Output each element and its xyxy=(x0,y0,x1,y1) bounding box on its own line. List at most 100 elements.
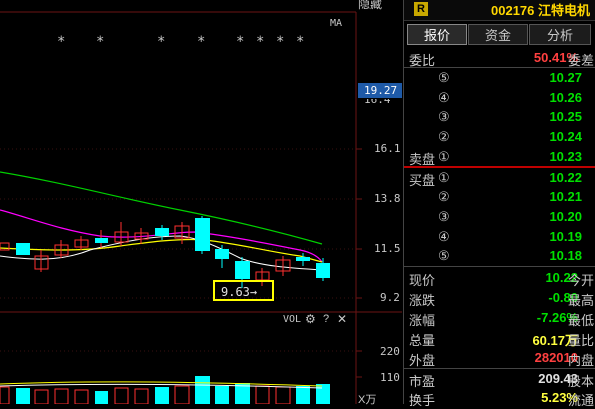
help-icon[interactable]: ? xyxy=(323,313,329,325)
quote-right-label: 最低 xyxy=(567,313,594,328)
tab-funds[interactable]: 资金 xyxy=(468,24,528,45)
signal-star: * xyxy=(96,34,104,50)
volume-bar xyxy=(296,386,310,404)
volume-unit-label: X万 xyxy=(358,394,377,406)
quote-row: 总量 60.17万 量比 xyxy=(404,328,595,348)
buy-level-1[interactable]: 买盘 ① 10.22 xyxy=(404,168,595,188)
signal-stars: * * * * * * * * xyxy=(57,34,304,50)
axis-price-label: 16.1 xyxy=(374,142,401,155)
sell-level-4[interactable]: ④ 10.26 xyxy=(404,88,595,108)
signal-star: * xyxy=(236,34,244,50)
sell-level-1[interactable]: 卖盘 ① 10.23 xyxy=(404,147,595,167)
low-price-marker: 9.63→ xyxy=(221,285,257,299)
signal-star: * xyxy=(276,34,284,50)
sell-price: 10.25 xyxy=(549,109,582,124)
panel-tabs: 报价 资金 分析 xyxy=(404,24,595,46)
volume-bar xyxy=(174,385,190,405)
r-badge[interactable]: R xyxy=(414,2,428,16)
candle xyxy=(215,249,229,259)
sell-price: 10.27 xyxy=(549,70,582,85)
volume-bars xyxy=(0,376,330,405)
level-number: ③ xyxy=(438,209,450,224)
candle xyxy=(155,228,169,236)
volume-bar xyxy=(16,388,30,404)
settings-gear-icon[interactable]: ⚙ xyxy=(305,312,316,326)
close-icon[interactable]: ✕ xyxy=(337,312,347,326)
volume-bar xyxy=(275,386,291,405)
buy-level-4[interactable]: ④ 10.19 xyxy=(404,227,595,247)
quote-label: 总量 xyxy=(409,333,436,348)
level-number: ② xyxy=(438,189,450,204)
stock-title: 002176 江特电机 xyxy=(491,3,590,18)
quote-right-label: 最高 xyxy=(567,293,594,308)
signal-star: * xyxy=(197,34,205,50)
volume-bar xyxy=(34,389,49,405)
buy-price: 10.19 xyxy=(549,229,582,244)
volume-bar xyxy=(95,391,108,404)
kline-chart-svg[interactable]: * * * * * * * * 9.63→ xyxy=(0,0,402,405)
level-number: ② xyxy=(438,129,450,144)
volume-bar xyxy=(134,388,149,405)
sell-price: 10.24 xyxy=(549,129,582,144)
axis-price-label: 19.27 xyxy=(364,84,398,97)
quote-right-label: 流通 xyxy=(567,393,594,408)
buy-price: 10.18 xyxy=(549,248,582,263)
quote-row: 市盈 209.43 股本 xyxy=(404,369,595,389)
axis-price-label: 11.5 xyxy=(374,242,401,255)
volume-label: VOL xyxy=(283,314,302,325)
sell-price: 10.23 xyxy=(549,149,582,164)
signal-star: * xyxy=(256,34,264,50)
axis-price-label: 13.8 xyxy=(374,192,401,205)
candle xyxy=(16,243,30,255)
candlesticks xyxy=(0,216,330,288)
panel-header: R 002176 江特电机 xyxy=(404,0,595,21)
axis-price-label: 9.2 xyxy=(380,291,400,304)
quote-row: 现价 10.22 今开 xyxy=(404,268,595,288)
signal-star: * xyxy=(57,34,65,50)
level-number: ⑤ xyxy=(438,248,450,263)
sell-level-3[interactable]: ③ 10.25 xyxy=(404,107,595,127)
quote-label: 外盘 xyxy=(409,353,436,368)
level-number: ④ xyxy=(438,229,450,244)
tab-quote[interactable]: 报价 xyxy=(407,24,467,45)
quote-row: 外盘 282010 内盘 xyxy=(404,348,595,368)
candle xyxy=(195,218,210,251)
hide-button[interactable]: 隐藏 xyxy=(358,0,382,12)
signal-star: * xyxy=(296,34,304,50)
quote-right-label: 内盘 xyxy=(567,353,594,368)
ma-label: MA xyxy=(330,18,343,29)
quote-label: 涨幅 xyxy=(409,313,436,328)
level-number: ① xyxy=(438,170,450,185)
buy-level-2[interactable]: ② 10.21 xyxy=(404,187,595,207)
signal-star: * xyxy=(157,34,165,50)
candle xyxy=(296,257,310,261)
buy-level-5[interactable]: ⑤ 10.18 xyxy=(404,246,595,266)
candle xyxy=(95,238,108,243)
quote-label: 换手 xyxy=(409,393,436,408)
volume-bar xyxy=(195,376,210,404)
kline-chart-area[interactable]: * * * * * * * * 9.63→ 隐藏 MA 19.27 16.4 1… xyxy=(0,0,402,406)
quote-right-label: 今开 xyxy=(567,273,594,288)
buy-level-3[interactable]: ③ 10.20 xyxy=(404,207,595,227)
tab-analysis[interactable]: 分析 xyxy=(529,24,591,45)
volume-bar xyxy=(114,387,129,405)
level-number: ③ xyxy=(438,109,450,124)
volume-bar xyxy=(0,386,10,405)
candle xyxy=(316,263,330,278)
quote-panel: R 002176 江特电机 报价 资金 分析 委比 50.41% 委差 ⑤ 10… xyxy=(403,0,595,408)
weibi-row: 委比 50.41% 委差 xyxy=(404,48,595,68)
volume-axis-label: 110 xyxy=(380,371,400,384)
axis-ticks xyxy=(356,148,362,378)
volume-bar xyxy=(255,385,270,405)
buy-price: 10.20 xyxy=(549,209,582,224)
level-number: ⑤ xyxy=(438,70,450,85)
sell-level-5[interactable]: ⑤ 10.27 xyxy=(404,68,595,88)
volume-bar xyxy=(316,384,330,404)
volume-bar xyxy=(155,387,169,404)
volume-bar xyxy=(54,388,69,405)
buy-price: 10.21 xyxy=(549,189,582,204)
sell-price: 10.26 xyxy=(549,90,582,105)
sell-level-2[interactable]: ② 10.24 xyxy=(404,127,595,147)
volume-bar xyxy=(215,386,229,404)
volume-axis-label: 220 xyxy=(380,345,400,358)
